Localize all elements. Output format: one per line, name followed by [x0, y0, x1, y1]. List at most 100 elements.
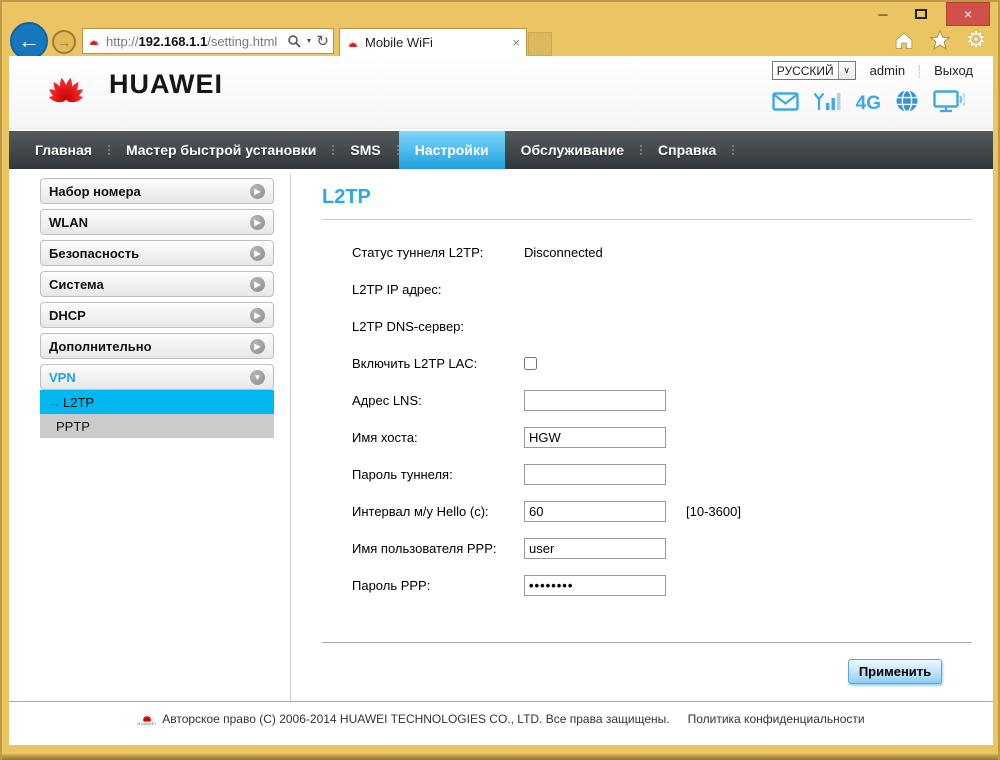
row-hostname: Имя хоста:	[322, 419, 972, 456]
title-divider	[322, 219, 972, 220]
hostname-input[interactable]	[524, 427, 666, 448]
field-label: Пароль туннеля:	[352, 467, 453, 482]
chevron-down-icon: ▼	[250, 369, 265, 385]
sidebar-item-vpn[interactable]: VPN ▼	[40, 364, 274, 390]
tunnel-status-value: Disconnected	[524, 245, 603, 260]
url-text[interactable]: http://192.168.1.1/setting.html	[106, 34, 283, 49]
browser-tab[interactable]: Mobile WiFi ×	[339, 28, 527, 56]
sidebar-subitem-pptp[interactable]: PPTP	[40, 414, 274, 438]
network-mode-label: 4G	[855, 92, 881, 114]
browser-action-icons: ⚙	[892, 27, 988, 52]
field-label: Интервал м/у Hello (с):	[352, 504, 489, 519]
maximize-button[interactable]	[906, 2, 936, 26]
forward-button[interactable]: →	[52, 30, 76, 54]
row-tunnel-status: Статус туннеля L2TP: Disconnected	[322, 234, 972, 271]
row-lns-address: Адрес LNS:	[322, 382, 972, 419]
ppp-password-input[interactable]	[524, 575, 666, 596]
huawei-favicon	[89, 40, 99, 46]
main-navigation: Главная Мастер быстрой установки SMS Нас…	[9, 131, 993, 169]
site-header: HUAWEI РУССКИЙ ∨ admin Выход 4G	[9, 56, 993, 129]
field-label: Адрес LNS:	[352, 393, 422, 408]
hello-interval-input[interactable]	[524, 501, 666, 522]
sidebar-item-label: WLAN	[49, 214, 88, 230]
mail-icon[interactable]	[771, 91, 799, 116]
sidebar-item-dialup[interactable]: Набор номера ▶	[40, 178, 274, 204]
sidebar-subitem-label: L2TP	[63, 394, 95, 410]
nav-item-quick-setup[interactable]: Мастер быстрой установки	[110, 131, 332, 169]
apply-button[interactable]: Применить	[848, 659, 942, 684]
chevron-right-icon: ▶	[250, 276, 265, 292]
footer-huawei-logo-icon: HUAWEI	[137, 712, 156, 726]
row-ppp-password: Пароль PPP:	[322, 567, 972, 604]
row-l2tp-dns: L2TP DNS-сервер:	[322, 308, 972, 345]
globe-icon	[895, 89, 919, 118]
address-dropdown-icon[interactable]: ▼	[305, 38, 312, 45]
ppp-username-input[interactable]	[524, 538, 666, 559]
minimize-button[interactable]: ─	[868, 2, 898, 26]
range-hint: [10-3600]	[686, 504, 741, 519]
field-label: Пароль PPP:	[352, 578, 431, 593]
sidebar-item-wlan[interactable]: WLAN ▶	[40, 209, 274, 235]
account-bar: РУССКИЙ ∨ admin Выход	[771, 61, 973, 80]
refresh-icon[interactable]: ↻	[316, 32, 329, 50]
nav-separator	[732, 145, 735, 155]
sidebar-item-label: Набор номера	[49, 183, 141, 199]
tab-favicon	[348, 41, 358, 47]
logged-in-user: admin	[869, 63, 906, 78]
enable-l2tp-lac-checkbox[interactable]	[524, 357, 537, 370]
sidebar-subitem-l2tp[interactable]: → L2TP	[40, 390, 274, 414]
search-icon[interactable]	[287, 34, 302, 48]
footer-logo-caption: HUAWEI	[137, 721, 157, 726]
field-label: Имя пользователя PPP:	[352, 541, 497, 556]
sidebar-item-advanced[interactable]: Дополнительно ▶	[40, 333, 274, 359]
signal-icon	[813, 90, 842, 117]
address-bar[interactable]: http://192.168.1.1/setting.html ▼ ↻	[82, 28, 334, 54]
row-hello-interval: Интервал м/у Hello (с): [10-3600]	[322, 493, 972, 530]
sidebar-item-label: Система	[49, 276, 104, 292]
nav-item-sms[interactable]: SMS	[334, 131, 396, 169]
row-ppp-username: Имя пользователя PPP:	[322, 530, 972, 567]
l2tp-panel: L2TP Статус туннеля L2TP: Disconnected L…	[322, 186, 972, 684]
nav-item-help[interactable]: Справка	[642, 131, 732, 169]
l2tp-form: Статус туннеля L2TP: Disconnected L2TP I…	[322, 234, 972, 604]
chevron-right-icon: ▶	[250, 338, 265, 354]
row-tunnel-password: Пароль туннеля:	[322, 456, 972, 493]
nav-item-settings[interactable]: Настройки	[398, 131, 505, 169]
new-tab-button[interactable]	[528, 32, 552, 56]
tab-close-icon[interactable]: ×	[512, 35, 520, 50]
settings-gear-icon[interactable]: ⚙	[964, 27, 988, 52]
language-value: РУССКИЙ	[776, 63, 834, 78]
field-label: Статус туннеля L2TP:	[352, 245, 484, 260]
home-icon[interactable]	[892, 28, 916, 52]
nav-item-home[interactable]: Главная	[19, 131, 108, 169]
maximize-icon	[915, 9, 927, 19]
brand: HUAWEI	[35, 64, 223, 104]
status-icons: 4G	[771, 89, 967, 118]
chevron-right-icon: ▶	[250, 183, 265, 199]
page-title: L2TP	[322, 186, 371, 208]
huawei-logo-icon	[48, 77, 84, 103]
close-window-button[interactable]: ×	[946, 2, 990, 26]
active-marker-icon: →	[48, 394, 61, 410]
sidebar-item-system[interactable]: Система ▶	[40, 271, 274, 297]
browser-toolbar: ← → http://192.168.1.1/setting.html ▼ ↻ …	[2, 22, 998, 60]
row-enable-lac: Включить L2TP LAC:	[322, 345, 972, 382]
favorites-star-icon[interactable]	[928, 28, 952, 52]
chevron-right-icon: ▶	[250, 307, 265, 323]
tunnel-password-input[interactable]	[524, 464, 666, 485]
field-label: L2TP DNS-сервер:	[352, 319, 465, 334]
nav-item-maintenance[interactable]: Обслуживание	[505, 131, 640, 169]
router-page: HUAWEI РУССКИЙ ∨ admin Выход 4G Главная …	[9, 56, 993, 747]
sidebar-subitem-label: PPTP	[56, 418, 90, 434]
logout-link[interactable]: Выход	[934, 63, 973, 78]
lns-address-input[interactable]	[524, 390, 666, 411]
privacy-policy-link[interactable]: Политика конфиденциальности	[688, 712, 865, 726]
back-button[interactable]: ←	[10, 22, 48, 60]
settings-sidebar: Набор номера ▶ WLAN ▶ Безопасность ▶ Сис…	[40, 178, 274, 438]
sidebar-item-label: VPN	[49, 369, 76, 385]
sidebar-item-dhcp[interactable]: DHCP ▶	[40, 302, 274, 328]
sidebar-item-label: Дополнительно	[49, 338, 152, 354]
sidebar-item-security[interactable]: Безопасность ▶	[40, 240, 274, 266]
chevron-right-icon: ▶	[250, 245, 265, 261]
language-select[interactable]: РУССКИЙ ∨	[771, 61, 856, 80]
